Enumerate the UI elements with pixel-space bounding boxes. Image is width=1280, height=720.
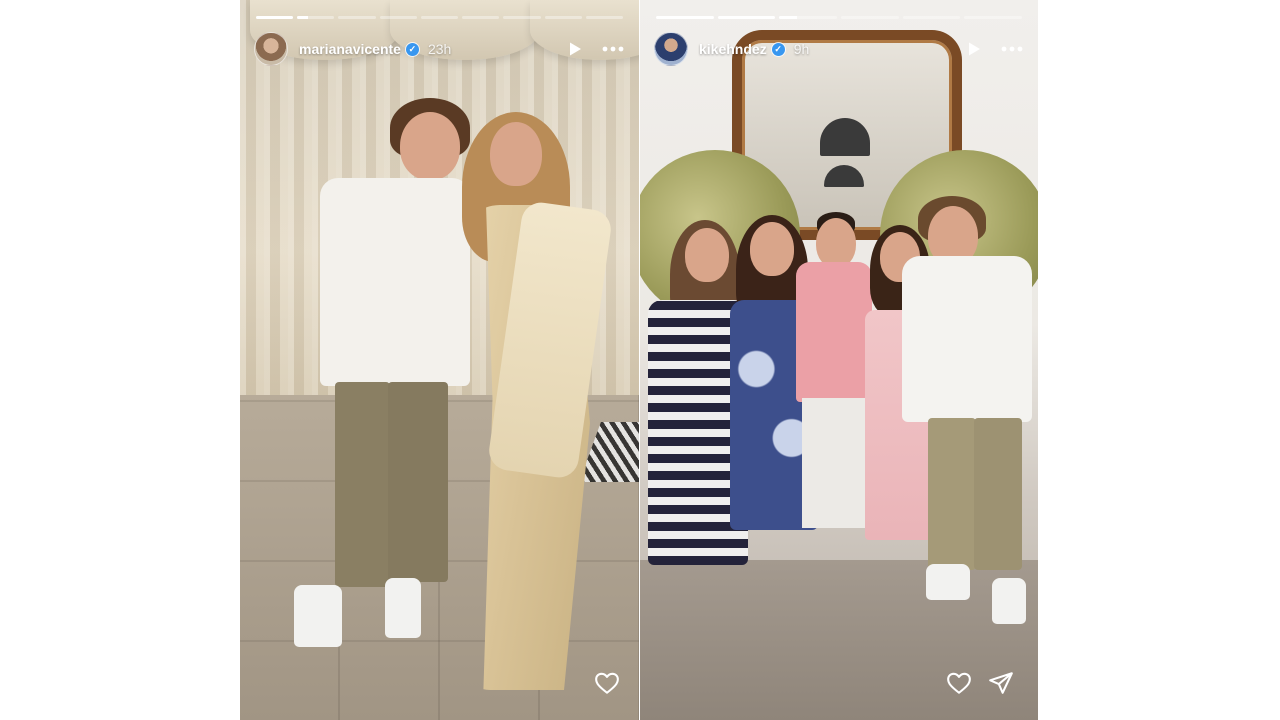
story-progress-bar [256, 16, 623, 19]
heart-icon[interactable] [946, 670, 972, 696]
more-options-icon[interactable] [1000, 37, 1024, 61]
story-username[interactable]: marianavicente [299, 41, 401, 57]
progress-segment [902, 16, 961, 19]
progress-segment-active [297, 16, 335, 19]
play-icon[interactable] [563, 37, 587, 61]
story-panel-kikehndez[interactable]: kikehndez ✓ 9h [640, 0, 1038, 720]
story-timestamp: 23h [427, 41, 452, 57]
progress-segment [717, 16, 776, 19]
avatar[interactable] [254, 32, 288, 66]
progress-segment [656, 16, 714, 19]
story-username[interactable]: kikehndez [699, 41, 767, 57]
verified-badge-icon: ✓ [405, 42, 419, 56]
verified-badge-icon: ✓ [771, 42, 785, 56]
progress-segment [964, 16, 1023, 19]
play-icon[interactable] [962, 37, 986, 61]
progress-segment [503, 16, 541, 19]
progress-segment-active [779, 16, 838, 19]
story-photo-group [640, 0, 1038, 720]
story-timestamp: 9h [793, 41, 810, 57]
avatar[interactable] [654, 32, 688, 66]
send-icon[interactable] [988, 670, 1014, 696]
progress-segment [379, 16, 417, 19]
progress-segment [585, 16, 623, 19]
progress-segment [462, 16, 500, 19]
story-progress-bar [656, 16, 1023, 19]
more-options-icon[interactable] [601, 37, 625, 61]
progress-segment [338, 16, 376, 19]
progress-segment [256, 16, 294, 19]
progress-segment [420, 16, 459, 19]
story-header: kikehndez ✓ 9h [654, 31, 1024, 67]
story-panel-marianavicente[interactable]: marianavicente ✓ 23h [240, 0, 639, 720]
story-photo-couple [240, 0, 639, 720]
progress-segment [544, 16, 582, 19]
progress-segment [841, 16, 899, 19]
heart-icon[interactable] [594, 670, 620, 696]
story-header: marianavicente ✓ 23h [254, 31, 625, 67]
